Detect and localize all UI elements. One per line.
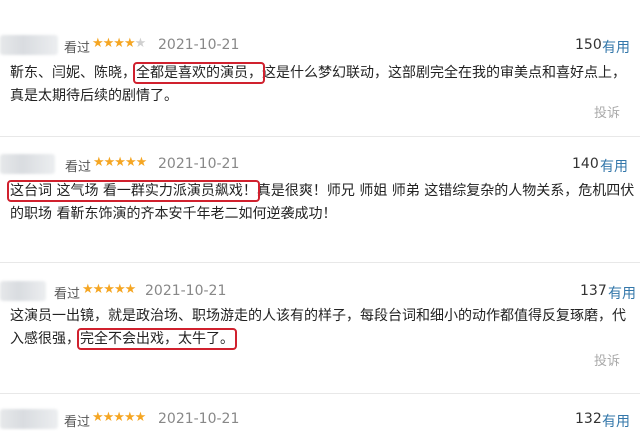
useful-button[interactable]: 有用	[600, 156, 628, 176]
vote-count: 140	[572, 156, 599, 172]
review-text-part: 靳东、闫妮、陈晓，	[10, 65, 136, 81]
report-link[interactable]: 投诉	[594, 350, 620, 369]
divider	[0, 393, 640, 394]
vote-count: 150	[575, 37, 602, 53]
star-empty-icon: ★	[134, 36, 147, 51]
review-meta: 看过 ★★★★★ 2021-10-21 150 有用	[0, 35, 640, 57]
useful-button[interactable]: 有用	[602, 411, 630, 431]
watched-label: 看过	[65, 160, 92, 175]
highlighted-phrase: 全都是喜欢的演员，	[133, 62, 265, 84]
star-icon: ★★★★★	[93, 155, 147, 170]
review-text: 靳东、闫妮、陈晓，全都是喜欢的演员，这是什么梦幻联动，这部剧完全在我的审美点和喜…	[10, 62, 635, 108]
review-meta: 看过 ★★★★★ 2021-10-21 137 有用	[0, 281, 640, 303]
review-date: 2021-10-21	[145, 283, 227, 299]
divider	[0, 262, 640, 263]
avatar	[0, 281, 46, 301]
divider	[0, 136, 640, 137]
vote-count: 132	[575, 411, 602, 427]
useful-button[interactable]: 有用	[602, 37, 630, 57]
review-meta: 看过 ★★★★★ 2021-10-21 132 有用	[0, 409, 640, 431]
report-link[interactable]: 投诉	[594, 102, 620, 121]
watched-label: 看过	[64, 415, 91, 430]
star-rating: ★★★★★	[92, 410, 146, 425]
review-text: 这演员一出镜，就是政治场、职场游走的人该有的样子，每段台词和细小的动作都值得反复…	[10, 305, 635, 351]
avatar	[0, 35, 58, 55]
useful-button[interactable]: 有用	[608, 283, 636, 303]
review-date: 2021-10-21	[158, 411, 240, 427]
star-icon: ★★★★★	[82, 282, 136, 297]
avatar	[0, 154, 55, 174]
review-date: 2021-10-21	[158, 156, 240, 172]
highlighted-phrase: 完全不会出戏，太牛了。	[77, 328, 237, 350]
review-date: 2021-10-21	[158, 37, 240, 53]
watched-label: 看过	[64, 41, 91, 56]
highlighted-phrase: 这台词 这气场 看一群实力派演员飙戏！	[7, 180, 260, 202]
review-meta: 看过 ★★★★★ 2021-10-21 140 有用	[0, 154, 640, 176]
vote-count: 137	[580, 283, 607, 299]
star-rating: ★★★★★	[92, 36, 147, 51]
star-rating: ★★★★★	[82, 282, 136, 297]
review-item: 看过 ★★★★★ 2021-10-21 150 有用 靳东、闫妮、陈晓，全都是喜…	[0, 0, 640, 132]
avatar	[0, 409, 58, 429]
star-rating: ★★★★★	[93, 155, 147, 170]
review-text: 这台词 这气场 看一群实力派演员飙戏！真是很爽！师兄 师姐 师弟 这错综复杂的人…	[7, 180, 635, 226]
star-icon: ★★★★★	[92, 410, 146, 425]
watched-label: 看过	[54, 287, 81, 302]
star-icon: ★★★★	[92, 36, 136, 51]
